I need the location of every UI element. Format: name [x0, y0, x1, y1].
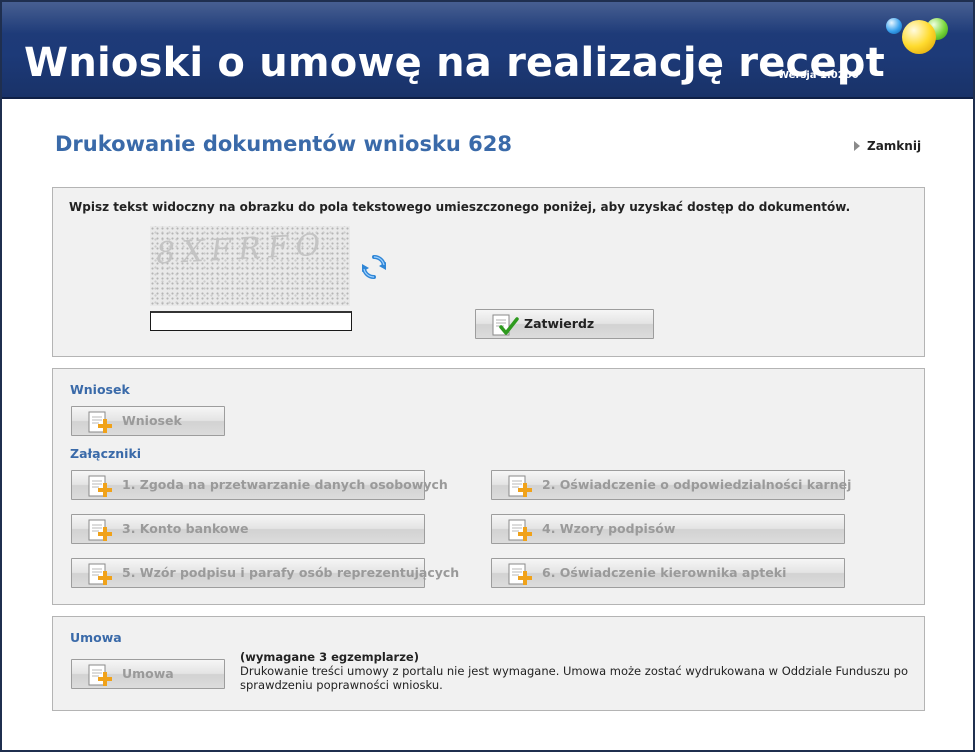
- wniosek-button[interactable]: Wniosek: [71, 406, 225, 436]
- close-label: Zamknij: [867, 139, 922, 153]
- attachment-label-5: 5. Wzór podpisu i parafy osób reprezentu…: [122, 565, 460, 580]
- document-check-icon: [492, 314, 519, 336]
- app-header: Wnioski o umowę na realizację recept Wer…: [2, 2, 973, 99]
- umowa-button[interactable]: Umowa: [71, 659, 225, 689]
- umowa-description: Drukowanie treści umowy z portalu nie je…: [240, 664, 909, 692]
- attachment-button-6[interactable]: 6. Oświadczenie kierownika apteki: [491, 558, 845, 588]
- wniosek-heading: Wniosek: [70, 382, 130, 397]
- captcha-panel: Wpisz tekst widoczny na obrazku do pola …: [52, 187, 925, 357]
- app-window: Wnioski o umowę na realizację recept Wer…: [0, 0, 975, 752]
- document-add-icon: [88, 519, 112, 541]
- app-version: Wersja 1.0266: [778, 70, 859, 81]
- close-link[interactable]: Zamknij: [854, 139, 921, 153]
- umowa-heading: Umowa: [70, 630, 122, 645]
- page-title: Drukowanie dokumentów wniosku 628: [55, 132, 513, 156]
- umowa-note: (wymagane 3 egzemplarze) Drukowanie treś…: [240, 650, 910, 692]
- logo-ball-yellow: [902, 20, 936, 54]
- captcha-image-text: 8XFRFO: [155, 227, 329, 272]
- attachment-label-3: 3. Konto bankowe: [122, 521, 249, 536]
- document-add-icon: [508, 475, 532, 497]
- document-add-icon: [88, 411, 112, 433]
- attachment-label-1: 1. Zgoda na przetwarzanie danych osobowy…: [122, 477, 448, 492]
- attachment-button-4[interactable]: 4. Wzory podpisów: [491, 514, 845, 544]
- umowa-button-label: Umowa: [122, 666, 174, 681]
- attachment-button-1[interactable]: 1. Zgoda na przetwarzanie danych osobowy…: [71, 470, 448, 500]
- document-add-icon: [508, 563, 532, 585]
- document-add-icon: [88, 563, 112, 585]
- attachment-label-4: 4. Wzory podpisów: [542, 521, 676, 536]
- umowa-required-note: (wymagane 3 egzemplarze): [240, 650, 419, 664]
- captcha-image: 8XFRFO: [150, 226, 350, 306]
- attachment-label-6: 6. Oświadczenie kierownika apteki: [542, 565, 787, 580]
- umowa-panel: Umowa Umowa (wymagane 3 egzemplarze) Dru…: [52, 616, 925, 711]
- document-add-icon: [88, 475, 112, 497]
- attachment-button-3[interactable]: 3. Konto bankowe: [71, 514, 425, 544]
- header-shine: [2, 2, 973, 34]
- document-add-icon: [88, 664, 112, 686]
- refresh-icon[interactable]: [360, 253, 388, 281]
- attachment-button-5[interactable]: 5. Wzór podpisu i parafy osób reprezentu…: [71, 558, 459, 588]
- arrow-right-icon: [854, 141, 860, 151]
- logo-balls-icon: [882, 14, 952, 59]
- documents-panel: Wniosek Wniosek Załączniki 1. Zgoda na p…: [52, 368, 925, 605]
- attachment-button-2[interactable]: 2. Oświadczenie o odpowiedzialności karn…: [491, 470, 851, 500]
- captcha-input[interactable]: [150, 311, 352, 331]
- logo-ball-blue: [886, 18, 902, 34]
- attachments-heading: Załączniki: [70, 446, 142, 461]
- wniosek-button-label: Wniosek: [122, 413, 182, 428]
- app-title: Wnioski o umowę na realizację recept: [24, 40, 885, 86]
- captcha-instruction: Wpisz tekst widoczny na obrazku do pola …: [69, 200, 851, 214]
- submit-label: Zatwierdz: [524, 316, 595, 331]
- document-add-icon: [508, 519, 532, 541]
- submit-button[interactable]: Zatwierdz: [475, 309, 654, 339]
- attachment-label-2: 2. Oświadczenie o odpowiedzialności karn…: [542, 477, 852, 492]
